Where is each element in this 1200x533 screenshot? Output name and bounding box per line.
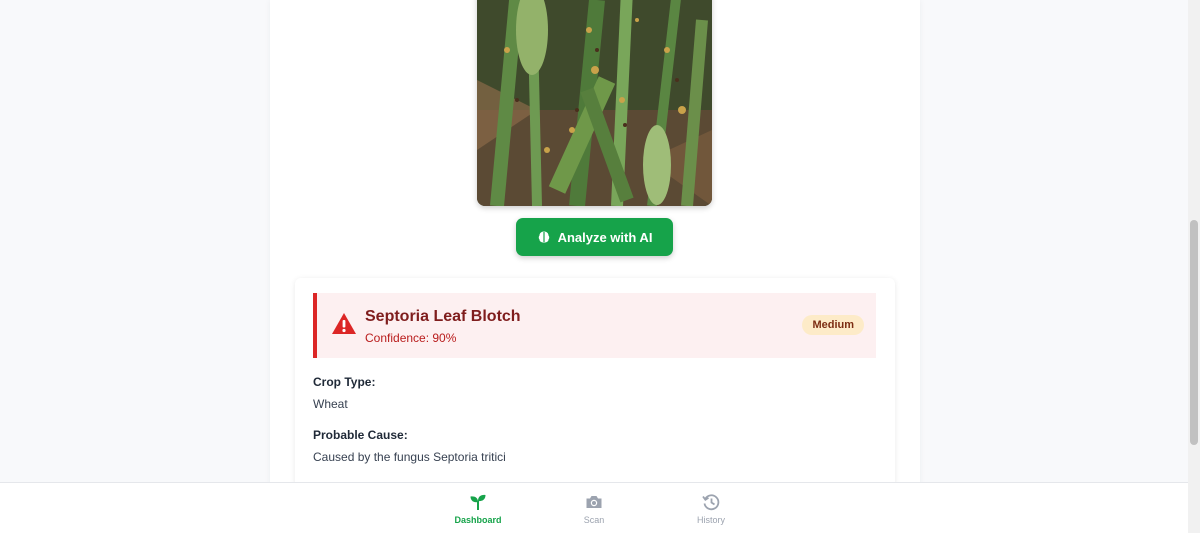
page-scrollbar[interactable]: [1188, 0, 1200, 533]
crop-type-label: Crop Type:: [313, 375, 376, 389]
nav-label-history: History: [696, 515, 725, 525]
bottom-navigation: Dashboard Scan History: [0, 482, 1188, 533]
nav-label-scan: Scan: [583, 515, 605, 525]
nav-item-scan[interactable]: Scan: [549, 493, 639, 525]
analyze-with-ai-button[interactable]: Analyze with AI: [516, 218, 673, 256]
crop-type-value: Wheat: [313, 397, 348, 411]
scrollbar-thumb[interactable]: [1190, 220, 1198, 445]
diagnosis-result-card: Septoria Leaf Blotch Confidence: 90% Med…: [295, 278, 895, 488]
diagnosis-alert: Septoria Leaf Blotch Confidence: 90% Med…: [313, 293, 876, 358]
analyze-button-label: Analyze with AI: [557, 229, 653, 245]
nav-label-dashboard: Dashboard: [454, 515, 502, 525]
sprout-icon: [470, 494, 486, 510]
nav-item-history[interactable]: History: [666, 493, 756, 525]
wheat-leaf-image: [477, 0, 712, 206]
crop-photo: [477, 0, 712, 206]
severity-badge: Medium: [802, 315, 864, 335]
disease-name: Septoria Leaf Blotch: [365, 308, 521, 325]
probable-cause-label: Probable Cause:: [313, 428, 408, 442]
probable-cause-value: Caused by the fungus Septoria tritici: [313, 450, 506, 464]
history-icon: [702, 494, 720, 511]
confidence-text: Confidence: 90%: [365, 331, 457, 345]
brain-icon: [538, 231, 549, 243]
camera-icon: [586, 496, 602, 508]
warning-triangle-icon: [332, 313, 356, 334]
nav-item-dashboard[interactable]: Dashboard: [433, 493, 523, 525]
